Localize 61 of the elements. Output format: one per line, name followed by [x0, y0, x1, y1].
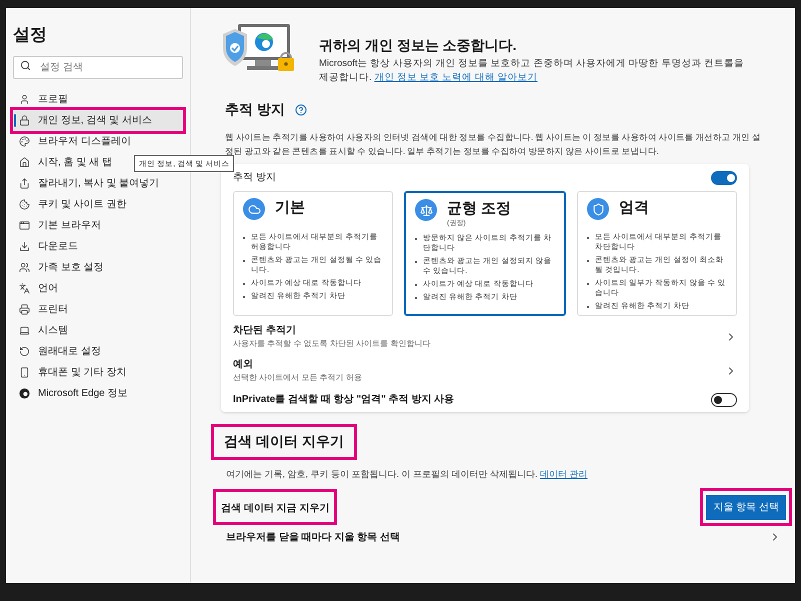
sidebar-item[interactable]: 프로필 — [13, 89, 183, 110]
level-title: 기본 — [275, 198, 305, 218]
sidebar-item[interactable]: 프린터 — [13, 299, 183, 320]
sidebar-item[interactable]: 잘라내기, 복사 및 붙여넣기 — [13, 173, 183, 194]
privacy-heading: 귀하의 개인 정보는 소중합니다. — [319, 36, 518, 54]
palette-icon — [19, 136, 30, 147]
shield-icon — [592, 202, 604, 216]
clear-now-label: 검색 데이터 지금 지우기 — [221, 502, 330, 514]
cookie-icon — [19, 199, 30, 210]
people-icon — [19, 262, 30, 273]
help-icon[interactable] — [294, 104, 307, 116]
toggle-switch[interactable] — [711, 170, 737, 184]
tracking-description: 웹 사이트는 추적기를 사용하여 사용자의 인터넷 검색에 대한 정보를 수집합니다. 웹 사이트는 이 정보를 사용하여 사이트를 개선하고 개인 설정된 광고와 같은 콘텐츠를 표시할 수 있습니다. 일부 추적기는 정보를 수집하여 방문하지 않은 사이트로 보냅니다. — [225, 131, 762, 158]
sidebar-item[interactable]: 원래대로 설정 — [13, 341, 183, 362]
sidebar-item[interactable]: 브라우저 디스플레이 — [13, 131, 183, 152]
laptop-icon — [19, 325, 30, 336]
scale-icon — [420, 204, 432, 216]
row-title: 브라우저를 닫을 때마다 지울 항목 선택 — [226, 530, 400, 544]
home-icon — [19, 157, 30, 168]
sidebar-item[interactable]: 가족 보호 설정 — [13, 257, 183, 278]
settings-row[interactable]: 차단된 추적기 사용자를 추적할 수 없도록 차단된 사이트를 확인합니다 — [233, 324, 737, 350]
profile-icon — [19, 94, 30, 105]
sidebar-item[interactable]: 휴대폰 및 기타 장치 — [13, 362, 183, 383]
level-title: 균형 조정 — [447, 199, 512, 219]
printer-icon — [19, 304, 30, 315]
row-subtitle: 선택한 사이트에서 모든 추적기 허용 — [233, 372, 362, 384]
sidebar-item[interactable]: 기본 브라우저 — [13, 215, 183, 236]
inprivate-label: InPrivate를 검색할 때 항상 "엄격" 추적 방지 사용 — [233, 393, 454, 407]
learn-more-link[interactable]: 개인 정보 보호 노력에 대해 알아보기 — [374, 72, 538, 83]
toggle-switch[interactable] — [711, 392, 737, 406]
sidebar-item[interactable]: 쿠키 및 사이트 권한 — [13, 194, 183, 215]
clear-description: 여기에는 기록, 암호, 쿠키 등이 포함됩니다. 이 프로필의 데이터만 삭제됩니다. 데이터 관리 — [226, 468, 589, 481]
sidebar-item[interactable]: 시스템 — [13, 320, 183, 341]
manage-data-link[interactable]: 데이터 관리 — [540, 469, 588, 479]
search-field[interactable]: 설정 검색 — [13, 56, 183, 79]
cloud-icon — [248, 202, 260, 216]
settings-row[interactable]: 브라우저를 닫을 때마다 지울 항목 선택 — [226, 530, 781, 544]
sidebar-item[interactable]: 개인 정보, 검색 및 서비스 — [13, 110, 183, 131]
reset-icon — [19, 346, 30, 357]
privacy-description: Microsoft는 항상 사용자의 개인 정보를 보호하고 존중하며 사용자에게 마땅한 투명성과 컨트롤을 제공합니다. 개인 정보 보호 노력에 대해 알아보기 — [319, 57, 744, 85]
sidebar-title: 설정 — [13, 24, 48, 46]
download-icon — [19, 241, 30, 252]
browser-icon — [19, 220, 30, 231]
phone-icon — [19, 367, 30, 378]
settings-row[interactable]: 예외 선택한 사이트에서 모든 추적기 허용 — [233, 358, 737, 384]
row-title: 예외 — [233, 358, 254, 372]
row-title: 차단된 추적기 — [233, 324, 297, 338]
section-title: 추적 방지 — [225, 100, 285, 119]
row-subtitle: 사용자를 추적할 수 없도록 차단된 사이트를 확인합니다 — [233, 338, 430, 350]
choose-items-button[interactable]: 지울 항목 선택 — [706, 494, 786, 520]
toggle-label: 추적 방지 — [233, 171, 276, 185]
sidebar-item[interactable]: 다운로드 — [13, 236, 183, 257]
language-icon — [19, 283, 30, 294]
section-title: 검색 데이터 지우기 — [224, 433, 344, 449]
level-title: 엄격 — [619, 198, 649, 218]
sidebar-item[interactable]: 언어 — [13, 278, 183, 299]
share-icon — [19, 178, 30, 189]
sidebar-item[interactable]: Microsoft Edge 정보 — [13, 383, 183, 404]
lock-icon — [19, 115, 30, 126]
swirl-logo-icon — [19, 388, 30, 399]
search-icon — [20, 60, 31, 71]
